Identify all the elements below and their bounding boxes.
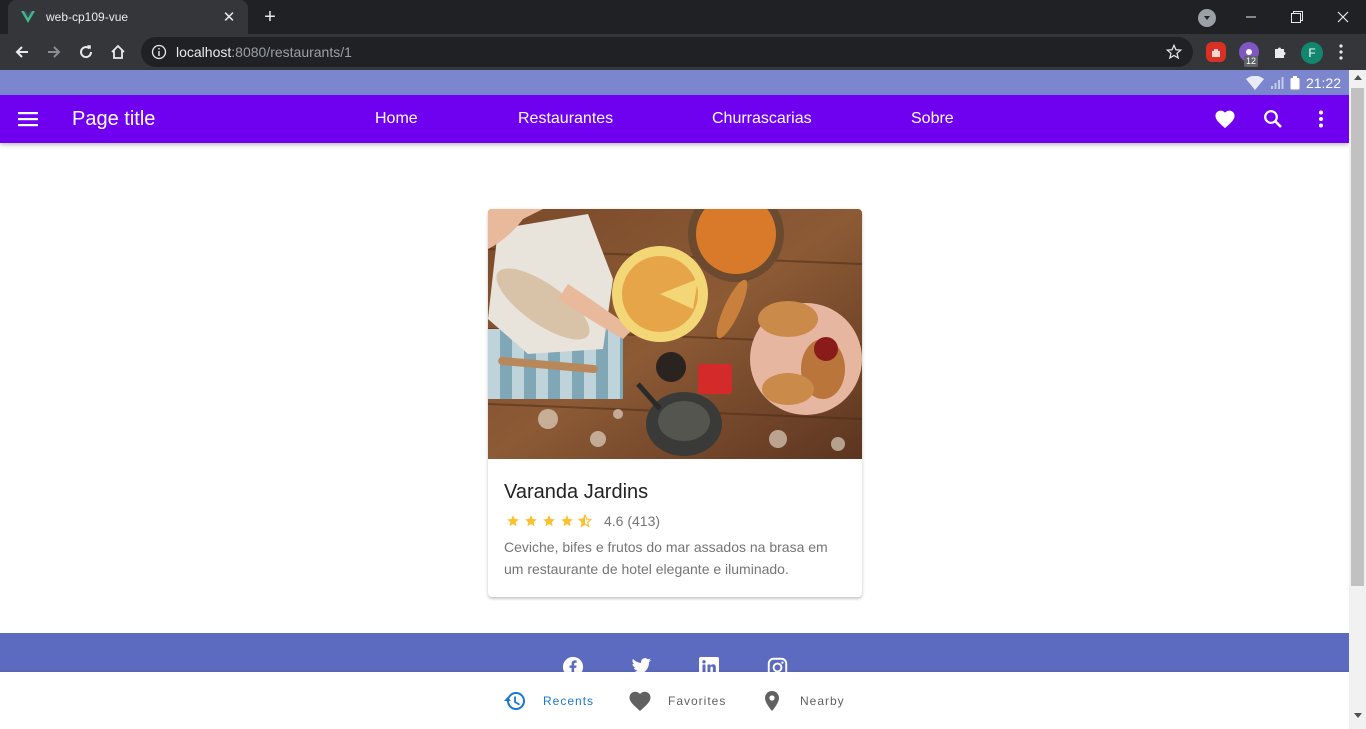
bookmark-star-icon[interactable] bbox=[1165, 43, 1183, 61]
bottom-nav-favorites-label: Favorites bbox=[668, 693, 727, 708]
url-host: localhost bbox=[176, 44, 232, 60]
tab-search-icon[interactable] bbox=[1198, 9, 1216, 27]
location-pin-icon bbox=[765, 690, 779, 711]
back-icon[interactable] bbox=[8, 38, 36, 66]
extension-badge: 12 bbox=[1244, 56, 1259, 67]
puzzle-extensions-icon[interactable] bbox=[1270, 42, 1290, 62]
more-vert-icon[interactable] bbox=[1309, 107, 1333, 131]
close-window-icon[interactable] bbox=[1320, 0, 1366, 34]
history-icon bbox=[504, 691, 525, 710]
app-toolbar: Page title Home Restaurantes Churrascari… bbox=[0, 95, 1349, 143]
bottom-nav-recents-label: Recents bbox=[543, 693, 595, 708]
browser-tabbar: web-cp109-vue ✕ + bbox=[0, 0, 1366, 34]
nav-link-churrascarias[interactable]: Churrascarias bbox=[712, 109, 812, 129]
heart-icon[interactable] bbox=[1213, 107, 1237, 131]
search-icon[interactable] bbox=[1261, 107, 1285, 131]
page-title: Page title bbox=[72, 108, 156, 130]
adblock-extension-icon[interactable] bbox=[1206, 42, 1226, 62]
rating-summary: 4.6 (413) bbox=[604, 513, 661, 529]
heart-icon bbox=[629, 691, 651, 711]
tab-close-icon[interactable]: ✕ bbox=[220, 8, 238, 26]
bottom-navigation: Recents Favorites Nearby bbox=[0, 672, 1349, 729]
url-path: :8080/restaurants/1 bbox=[231, 44, 352, 60]
vue-logo-icon bbox=[21, 11, 35, 23]
star-full-icon[interactable] bbox=[504, 512, 522, 530]
bottom-nav-recents[interactable]: Recents bbox=[503, 672, 594, 729]
status-time: 21:22 bbox=[1305, 74, 1341, 91]
star-rating[interactable] bbox=[504, 512, 594, 530]
page-viewport: 21:22 Page title Home Restaurantes Churr… bbox=[0, 70, 1349, 729]
restore-icon[interactable] bbox=[1274, 0, 1320, 34]
restaurant-card[interactable]: Varanda Jardins 4.6 (413) Ceviche, bifes… bbox=[488, 209, 862, 597]
scrollbar-thumb[interactable] bbox=[1351, 88, 1364, 586]
system-status-bar: 21:22 bbox=[0, 70, 1349, 95]
home-icon[interactable] bbox=[104, 38, 132, 66]
star-full-icon[interactable] bbox=[540, 512, 558, 530]
star-half-icon[interactable] bbox=[576, 512, 594, 530]
rating[interactable]: 4.6 (413) bbox=[504, 512, 660, 530]
star-full-icon[interactable] bbox=[522, 512, 540, 530]
window-controls bbox=[1228, 0, 1366, 34]
star-full-icon[interactable] bbox=[558, 512, 576, 530]
minimize-icon[interactable] bbox=[1228, 0, 1274, 34]
reload-icon[interactable] bbox=[72, 38, 100, 66]
hamburger-menu-icon[interactable] bbox=[16, 107, 40, 131]
browser-tab[interactable]: web-cp109-vue ✕ bbox=[8, 0, 248, 34]
restaurant-description: Ceviche, bifes e frutos do mar assados n… bbox=[504, 539, 828, 577]
new-tab-button[interactable]: + bbox=[258, 5, 282, 29]
restaurant-photo bbox=[488, 209, 862, 459]
scroll-down-arrow-icon[interactable] bbox=[1349, 713, 1366, 725]
battery-icon bbox=[1290, 75, 1300, 89]
page-scrollbar[interactable] bbox=[1349, 70, 1366, 729]
info-icon[interactable] bbox=[151, 44, 167, 60]
browser-toolbar: localhost:8080/restaurants/1 12 F bbox=[0, 34, 1366, 70]
nav-link-home[interactable]: Home bbox=[375, 109, 418, 129]
nav-link-sobre[interactable]: Sobre bbox=[911, 109, 954, 129]
bottom-nav-nearby[interactable]: Nearby bbox=[760, 672, 845, 729]
address-bar[interactable]: localhost:8080/restaurants/1 bbox=[141, 37, 1193, 67]
restaurant-name: Varanda Jardins bbox=[504, 481, 649, 503]
signal-icon bbox=[1270, 76, 1284, 89]
wifi-icon bbox=[1245, 75, 1264, 90]
scroll-up-arrow-icon[interactable] bbox=[1349, 74, 1366, 86]
bottom-nav-favorites[interactable]: Favorites bbox=[628, 672, 726, 729]
browser-menu-icon[interactable] bbox=[1331, 42, 1351, 62]
bottom-nav-nearby-label: Nearby bbox=[800, 693, 845, 708]
forward-icon[interactable] bbox=[40, 38, 68, 66]
tab-title: web-cp109-vue bbox=[46, 10, 129, 24]
nav-link-restaurantes[interactable]: Restaurantes bbox=[518, 109, 613, 129]
profile-avatar[interactable]: F bbox=[1301, 42, 1323, 64]
